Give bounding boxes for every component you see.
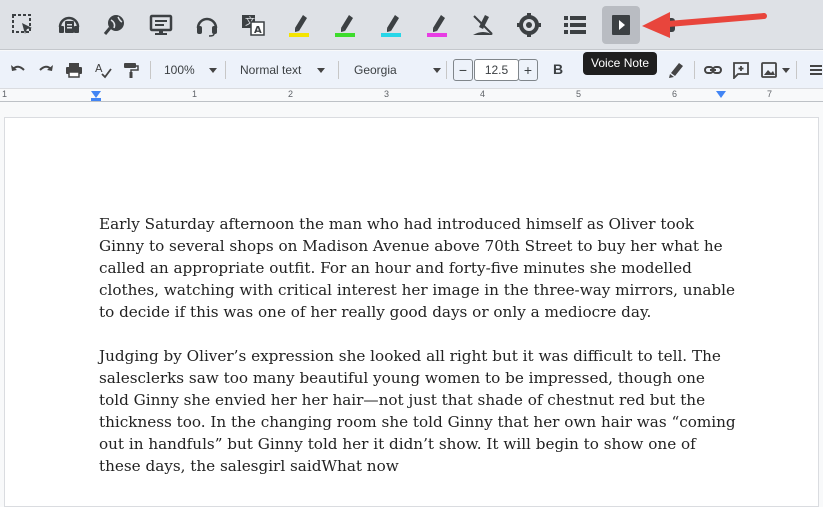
screen-icon xyxy=(149,14,173,35)
font-family-dropdown[interactable]: Georgia xyxy=(354,60,441,80)
insert-image-button[interactable] xyxy=(759,60,779,80)
highlight-magenta-button[interactable] xyxy=(418,6,456,44)
document-page[interactable]: Early Saturday afternoon the man who had… xyxy=(4,117,819,507)
increase-font-size-button[interactable]: + xyxy=(518,59,538,81)
ruler-number: 5 xyxy=(576,89,582,99)
toolbar-separator xyxy=(225,61,226,79)
speak-icon xyxy=(58,16,80,33)
settings-gear-icon xyxy=(517,13,541,37)
right-indent-marker[interactable] xyxy=(716,91,726,98)
bold-button[interactable]: B xyxy=(553,61,563,77)
ruler-track xyxy=(0,92,823,102)
insert-link-button[interactable] xyxy=(703,60,723,80)
toolbar-separator xyxy=(694,61,695,79)
speak-button[interactable] xyxy=(50,6,88,44)
highlight-magenta-icon xyxy=(427,15,447,37)
highlight-green-icon xyxy=(335,15,355,37)
toolbar-separator xyxy=(796,61,797,79)
toolbar-separator xyxy=(446,61,447,79)
highlight-cyan-icon xyxy=(381,15,401,37)
spellcheck-icon: A xyxy=(95,62,112,79)
ruler-number: 2 xyxy=(288,89,294,99)
ruler-number: 4 xyxy=(480,89,486,99)
svg-text:A: A xyxy=(254,25,262,36)
annotation-arrow xyxy=(642,12,767,38)
more-options-button[interactable] xyxy=(806,60,823,80)
list-button[interactable] xyxy=(556,6,594,44)
more-icon xyxy=(810,65,822,75)
translate-icon: 文A xyxy=(242,15,265,36)
paint-format-button[interactable] xyxy=(121,60,141,80)
document-body[interactable]: Early Saturday afternoon the man who had… xyxy=(99,213,739,499)
paragraph[interactable]: Early Saturday afternoon the man who had… xyxy=(99,213,739,323)
clear-highlights-button[interactable] xyxy=(464,6,502,44)
paint-format-icon xyxy=(124,63,139,78)
font-size-input[interactable]: 12.5 xyxy=(474,59,519,81)
ruler-number: 6 xyxy=(672,89,678,99)
docs-toolbar: A 100% Normal text Georgia − 12.5 + B xyxy=(0,51,823,89)
spellcheck-button[interactable]: A xyxy=(93,60,113,80)
translate-button[interactable]: 文A xyxy=(234,6,272,44)
add-comment-button[interactable] xyxy=(731,60,751,80)
paragraph-style-dropdown[interactable]: Normal text xyxy=(240,60,326,80)
decrease-font-size-button[interactable]: − xyxy=(453,59,473,81)
web-search-icon xyxy=(103,15,124,35)
zoom-dropdown[interactable]: 100% xyxy=(164,60,217,80)
highlight-green-button[interactable] xyxy=(326,6,364,44)
highlight-color-button[interactable] xyxy=(666,60,686,80)
select-area-button[interactable] xyxy=(4,6,42,44)
select-area-icon xyxy=(12,14,32,34)
svg-text:A: A xyxy=(95,62,103,75)
highlight-cyan-button[interactable] xyxy=(372,6,410,44)
settings-button[interactable] xyxy=(510,6,548,44)
ruler: 1 1 2 3 4 5 6 7 xyxy=(0,89,823,105)
headphones-icon xyxy=(196,17,218,37)
highlight-yellow-icon xyxy=(289,15,309,37)
toolbar-separator xyxy=(150,61,151,79)
add-comment-icon xyxy=(733,62,749,79)
chevron-down-icon xyxy=(208,67,217,73)
paragraph[interactable]: Judging by Oliver’s expression she looke… xyxy=(99,345,739,477)
headphones-button[interactable] xyxy=(188,6,226,44)
highlight-yellow-button[interactable] xyxy=(280,6,318,44)
print-icon xyxy=(66,63,82,78)
redo-button[interactable] xyxy=(36,60,56,80)
chevron-down-icon xyxy=(432,67,441,73)
ruler-number: 3 xyxy=(384,89,390,99)
web-search-button[interactable] xyxy=(96,6,134,44)
pen-icon xyxy=(669,63,683,78)
undo-icon xyxy=(11,65,25,71)
chevron-down-icon xyxy=(317,67,326,73)
ruler-number: 1 xyxy=(2,89,8,99)
clear-highlights-icon xyxy=(473,15,493,35)
zoom-value: 100% xyxy=(164,63,195,77)
list-icon xyxy=(564,16,586,34)
ruler-number: 7 xyxy=(767,89,773,99)
link-icon xyxy=(704,66,722,74)
undo-button[interactable] xyxy=(8,60,28,80)
toolbar-separator xyxy=(338,61,339,79)
screen-button[interactable] xyxy=(142,6,180,44)
redo-icon xyxy=(39,65,53,71)
image-icon xyxy=(761,62,777,78)
voice-note-tooltip: Voice Note xyxy=(583,52,658,75)
print-button[interactable] xyxy=(64,60,84,80)
chevron-down-icon[interactable] xyxy=(782,68,790,73)
ruler-number: 1 xyxy=(192,89,198,99)
document-canvas: Early Saturday afternoon the man who had… xyxy=(0,105,823,507)
font-family-value: Georgia xyxy=(354,63,397,77)
left-indent-marker[interactable] xyxy=(91,91,101,98)
paragraph-style-value: Normal text xyxy=(240,63,302,77)
first-line-indent-marker[interactable] xyxy=(91,98,101,101)
